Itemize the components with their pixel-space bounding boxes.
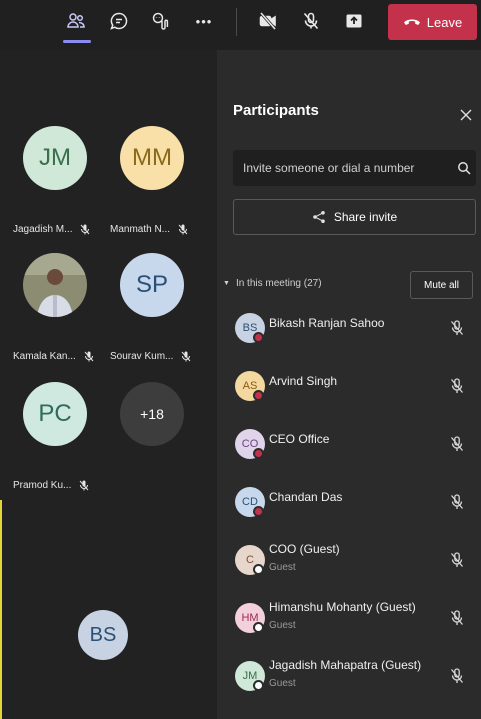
avatar: MM [120,126,184,190]
section-label: In this meeting (27) [235,278,322,289]
active-tab-indicator [63,40,91,43]
presence-status-icon [253,564,264,575]
avatar-initials: JM [39,144,71,171]
tile-name: Jagadish M... [13,222,90,236]
mic-off-icon [79,480,89,490]
mic-off-icon[interactable] [450,668,464,684]
presence-status-icon [253,622,264,633]
participant-name: CEO Office [269,432,330,446]
mute-all-button[interactable]: Mute all [410,271,473,299]
tile-name-label: Kamala Kan... [13,350,76,362]
tile-name: Sourav Kum... [110,349,191,363]
self-initials: BS [89,623,117,646]
participant-row[interactable]: AS Arvind Singh [217,364,481,414]
self-video-tile[interactable]: BS [78,610,128,660]
in-meeting-section-toggle[interactable]: ▼ In this meeting (27) [223,278,322,289]
participant-name: Himanshu Mohanty (Guest) [269,600,416,614]
video-gallery: JM Jagadish M... MM Manmath N... Kamala … [0,50,217,719]
tile-name-label: Manmath N... [110,223,171,235]
avatar: PC [23,382,87,446]
participant-role: Guest [269,620,296,631]
presence-status-icon [253,680,264,691]
participant-name: Jagadish Mahapatra (Guest) [269,658,422,672]
invite-search-box [233,150,476,186]
avatar-initials: SP [135,271,168,298]
avatar: JM [23,126,87,190]
participant-row[interactable]: CD Chandan Das [217,480,481,530]
toolbar-divider [236,8,237,36]
more-options-icon[interactable]: ••• [189,6,219,36]
invite-input[interactable] [243,159,443,177]
presence-status-icon [253,332,264,343]
participant-name: Chandan Das [269,490,343,504]
leave-label: Leave [426,14,463,30]
mic-off-icon[interactable] [450,320,464,336]
avatar-initials: C [246,554,254,566]
avatar: SP [120,253,184,317]
share-screen-icon[interactable] [339,6,369,36]
phone-hangup-icon [403,19,420,25]
tile-name-label: Jagadish M... [13,223,73,235]
mic-off-icon[interactable] [450,378,464,394]
close-icon[interactable] [459,108,473,122]
search-icon[interactable] [457,161,471,175]
mic-off-icon[interactable] [450,436,464,452]
participant-row[interactable]: C COO (Guest) Guest [217,538,481,588]
mic-off-icon [84,351,94,361]
window-edge-highlight [0,500,2,719]
camera-off-icon[interactable] [253,6,283,36]
mic-off-icon [178,224,188,234]
share-invite-button[interactable]: Share invite [233,199,476,235]
presence-status-icon [253,448,264,459]
participant-name: Arvind Singh [269,374,338,388]
chat-icon[interactable] [104,6,134,36]
meeting-toolbar: ••• Leave [0,0,481,50]
tile-name: Manmath N... [110,222,188,236]
presence-status-icon [253,506,264,517]
participant-row[interactable]: HM Himanshu Mohanty (Guest) Guest [217,596,481,646]
avatar-initials: MM [132,144,172,171]
tile-name-label: Sourav Kum... [110,350,174,362]
people-icon[interactable] [61,6,91,36]
reactions-icon[interactable] [146,6,176,36]
tile-name-label: Pramod Ku... [13,479,72,491]
participant-row[interactable]: CO CEO Office [217,422,481,472]
chevron-down-icon: ▼ [223,280,230,287]
avatar-photo [23,253,87,317]
share-icon [313,211,325,223]
tile-name: Pramod Ku... [13,478,89,492]
mic-off-icon [181,351,191,361]
mic-off-icon[interactable] [296,6,326,36]
participant-role: Guest [269,562,296,573]
overflow-count-badge: +18 [120,382,184,446]
mic-off-icon [81,224,90,234]
overflow-count: +18 [140,406,164,422]
participant-name: COO (Guest) [269,542,340,556]
tile-name: Kamala Kan... [13,349,94,363]
leave-button[interactable]: Leave [388,4,477,40]
panel-title: Participants [233,102,319,119]
share-invite-label: Share invite [333,210,398,224]
avatar-initials: PC [38,400,72,427]
participant-row[interactable]: BS Bikash Ranjan Sahoo [217,306,481,356]
mic-off-icon[interactable] [450,494,464,510]
participant-name: Bikash Ranjan Sahoo [269,316,385,330]
participants-panel: Participants Share invite ▼ In this meet… [217,50,481,719]
presence-status-icon [253,390,264,401]
mic-off-icon[interactable] [450,552,464,568]
mic-off-icon[interactable] [450,610,464,626]
participant-role: Guest [269,678,296,689]
participant-row[interactable]: JM Jagadish Mahapatra (Guest) Guest [217,654,481,704]
